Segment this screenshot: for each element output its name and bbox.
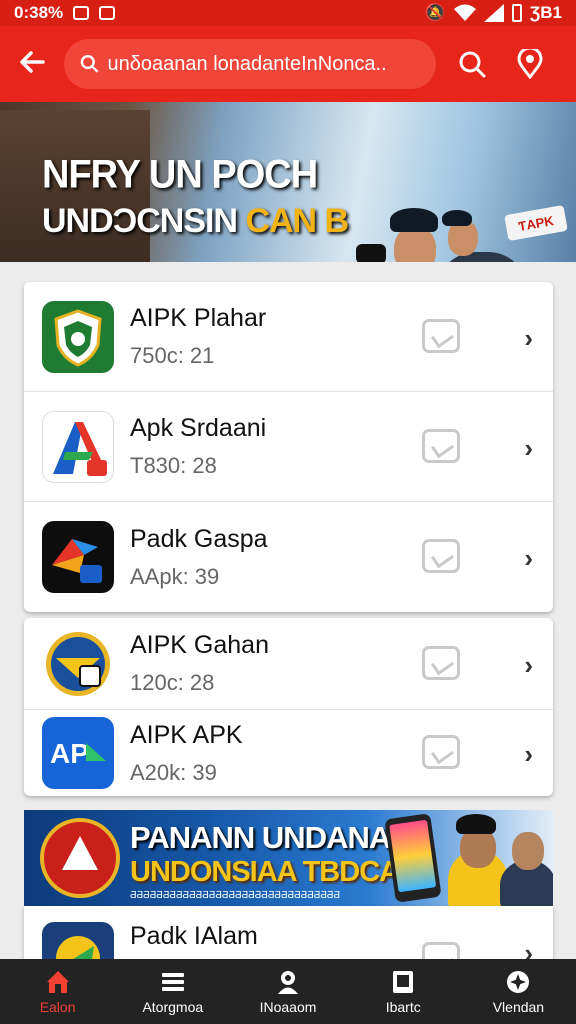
list-item[interactable]: Apk Srdaani T830: 28 › — [24, 392, 553, 502]
location-button[interactable] — [508, 42, 552, 86]
download-icon[interactable] — [422, 645, 460, 680]
app-meta: T830: 28 — [130, 453, 217, 478]
app-meta: AApk: 39 — [130, 563, 220, 589]
back-arrow-icon[interactable] — [14, 48, 50, 81]
app-meta: 750c: 21 — [130, 343, 215, 368]
chevron-right-icon: › — [524, 322, 533, 353]
person-face-2 — [512, 832, 544, 870]
chevron-right-icon: › — [524, 543, 533, 573]
svg-text:AP: AP — [50, 738, 89, 769]
chevron-right-icon: › — [524, 739, 533, 769]
location-pin-icon — [517, 49, 543, 79]
nav-label: Atorgmoa — [142, 998, 204, 1015]
nav-label: Ealon — [39, 998, 76, 1015]
list-item[interactable]: AP AIPK APK A20k: 39 › — [24, 710, 553, 796]
emblem-app-icon — [42, 628, 114, 700]
search-input[interactable] — [107, 52, 420, 76]
status-time: 0:38% — [14, 3, 64, 22]
wifi-icon — [453, 4, 476, 21]
status-bar: 0:38% 🔕 ƷB1 — [0, 0, 576, 26]
app-name: AIPK Plahar — [130, 304, 267, 332]
app-list-card-2: AIPK Gahan 120c: 28 › AP AIPK APK A20k: … — [24, 618, 553, 796]
signal-icon — [483, 4, 504, 22]
shield-app-icon — [42, 300, 114, 373]
megaphone-image — [356, 244, 386, 262]
mail-notification-icon — [99, 6, 116, 20]
download-icon[interactable] — [422, 428, 460, 463]
chevron-right-icon: › — [524, 432, 533, 463]
nav-categories[interactable]: Atorgmoa — [115, 959, 230, 1024]
app-name: Padk IAlam — [130, 922, 258, 950]
person-icon — [278, 970, 298, 994]
person-cap — [456, 814, 496, 834]
dark-a-app-icon — [42, 521, 114, 593]
app-name: Apk Srdaani — [130, 414, 267, 442]
apa-app-icon: AP — [42, 717, 114, 789]
banner-headline: NFRY UN POCH — [42, 152, 318, 198]
person-face — [460, 828, 496, 868]
nav-label: Ibartc — [385, 998, 421, 1015]
search-icon — [80, 54, 99, 73]
promo-banner-top[interactable]: NFRY UN POCH UNDƆCNSIN CAN B ƬAPK — [0, 102, 576, 262]
gallery-notification-icon — [73, 6, 90, 20]
list-item[interactable]: AIPK Plahar 750c: 21 › — [24, 282, 553, 392]
brand-logo: ƬAPK — [504, 204, 568, 242]
menu-icon — [161, 972, 184, 991]
battery-level: ƷB1 — [529, 3, 562, 22]
app-meta: A20k: 39 — [130, 759, 217, 785]
banner-subheadline: UNDƆCNSIN CAN B — [42, 202, 349, 240]
list-item[interactable]: Padk Gaspa AApk: 39 › — [24, 502, 553, 612]
phone-image — [384, 813, 442, 903]
nav-home[interactable]: Ealon — [0, 959, 115, 1024]
banner-subheadline: UNDONSIAA TBDCAP! — [130, 856, 427, 888]
emblem-badge — [40, 818, 120, 898]
officer-figure — [436, 252, 528, 262]
app-meta: 120c: 28 — [130, 670, 215, 695]
a-logo-app-icon — [42, 410, 114, 483]
app-name: AIPK Gahan — [130, 631, 269, 659]
bottom-navigation: Ealon Atorgmoa INoaaom Ibartc Vlendan — [0, 959, 576, 1024]
nav-explore[interactable]: Vlendan — [461, 959, 576, 1024]
nav-label: Vlendan — [492, 998, 545, 1015]
banner-headline: PANANN UNDANAM — [130, 820, 416, 855]
search-bar[interactable] — [64, 39, 436, 89]
download-icon[interactable] — [422, 539, 460, 573]
nav-profile[interactable]: INoaaom — [230, 959, 345, 1024]
compass-icon — [507, 970, 530, 993]
nav-library[interactable]: Ibartc — [346, 959, 461, 1024]
search-icon — [459, 51, 486, 78]
book-icon — [393, 970, 414, 993]
download-icon[interactable] — [422, 318, 460, 353]
promo-banner-bottom[interactable]: PANANN UNDANAM UNDONSIAA TBDCAP! ƋƋƋƋƋƋƋ… — [24, 810, 553, 906]
officer-cap-main — [390, 208, 438, 232]
download-icon[interactable] — [422, 735, 460, 769]
officer-cap — [442, 210, 472, 226]
battery-icon — [511, 4, 522, 22]
nav-label: INoaaom — [259, 998, 317, 1015]
app-bar — [0, 26, 576, 102]
app-list-card-1: AIPK Plahar 750c: 21 › Apk Srdaani T830:… — [24, 282, 553, 612]
search-button[interactable] — [450, 42, 494, 86]
list-item[interactable]: AIPK Gahan 120c: 28 › — [24, 618, 553, 710]
app-name: AIPK APK — [130, 720, 243, 749]
chevron-right-icon: › — [524, 649, 533, 680]
home-icon — [46, 970, 69, 993]
mute-icon: 🔕 — [424, 3, 446, 22]
app-name: Padk Gaspa — [130, 524, 268, 553]
banner-fineprint: ƋƋƋƋƋƋƋƋƋƋƋƋƋƋƋƋƋƋƋƋƋƋƋƋƋƋƋƋƋƋƋƋ — [130, 890, 340, 901]
